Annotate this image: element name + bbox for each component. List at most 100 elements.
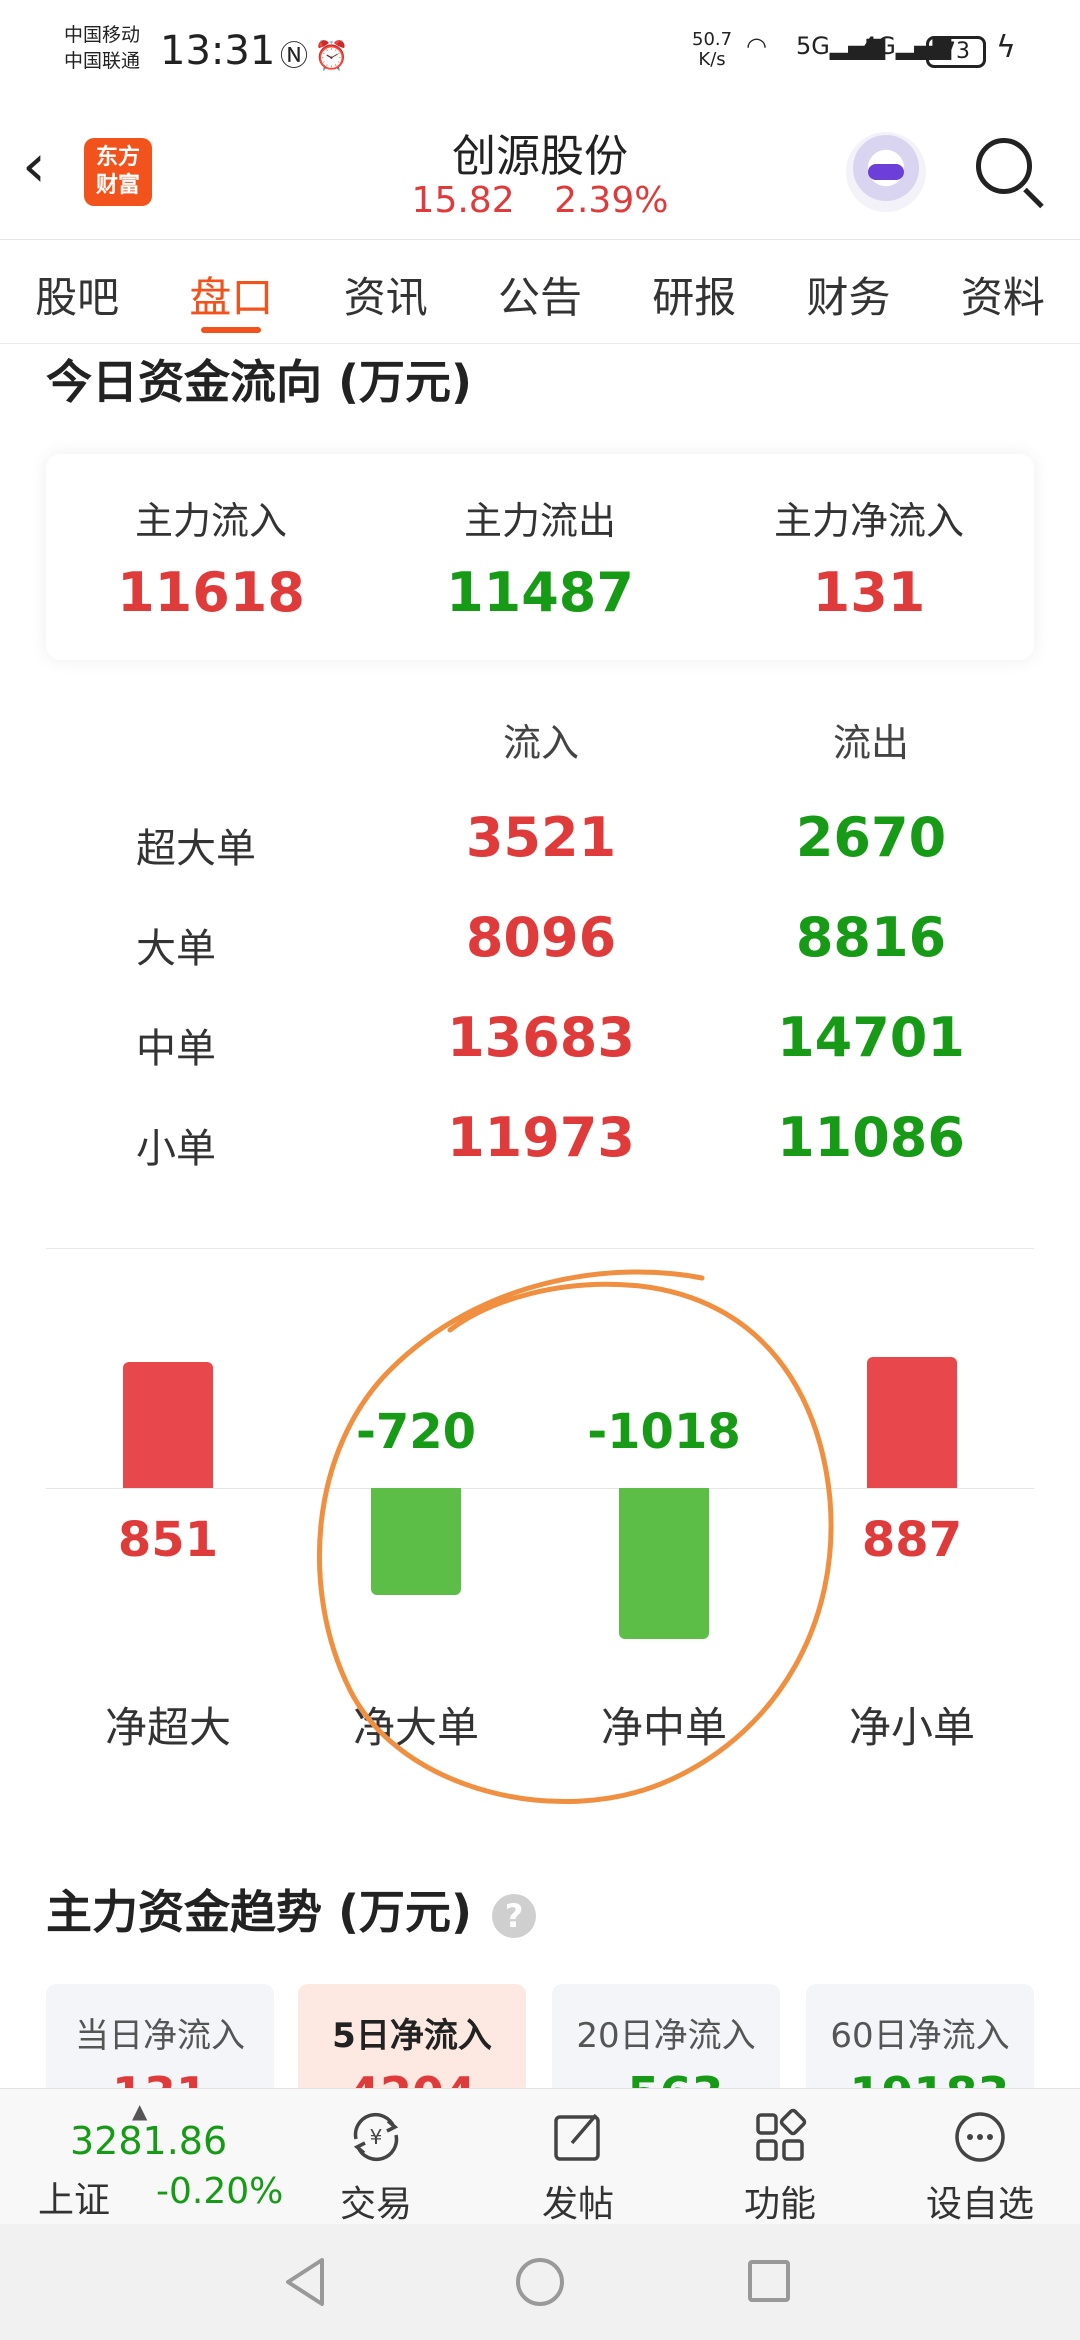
nfc-icon: Ⓝ bbox=[280, 39, 315, 72]
row-label: 大单 bbox=[136, 926, 216, 972]
post-button[interactable]: 发帖 bbox=[498, 2105, 658, 2227]
battery-icon: 73 bbox=[926, 36, 986, 68]
bar-净小单 bbox=[867, 1356, 957, 1488]
nav-home-icon[interactable] bbox=[516, 2258, 564, 2306]
tab-news[interactable]: 资讯 bbox=[313, 240, 459, 343]
index-value[interactable]: 3281.86 bbox=[70, 2119, 227, 2163]
help-icon[interactable]: ? bbox=[492, 1893, 537, 1938]
wifi-icon: ◠ bbox=[746, 32, 767, 60]
row-outflow: 8816 bbox=[795, 906, 947, 969]
trend-tab-label: 5日净流入 bbox=[332, 2016, 492, 2056]
trend-tab-60day[interactable]: 60日净流入 -19183 bbox=[806, 1984, 1034, 2104]
row-outflow: 11086 bbox=[777, 1106, 965, 1169]
row-inflow: 13683 bbox=[447, 1006, 635, 1069]
row-label: 中单 bbox=[136, 1026, 216, 1072]
row-outflow: 14701 bbox=[777, 1006, 965, 1069]
row-outflow: 2670 bbox=[795, 806, 947, 869]
row-label: 超大单 bbox=[136, 826, 256, 872]
table-row: 超大单 3521 2670 bbox=[0, 790, 1080, 890]
search-icon[interactable] bbox=[976, 138, 1032, 194]
stock-change: 2.39% bbox=[554, 180, 669, 221]
trade-label: 交易 bbox=[339, 2184, 412, 2225]
carrier-2: 中国联通 bbox=[64, 50, 141, 72]
nav-recents-icon[interactable] bbox=[748, 2260, 790, 2302]
net-flow-bar-chart: 851 净超大 -720 净大单 -1018 净中单 887 净小单 bbox=[0, 1250, 1080, 1770]
trend-tab-label: 20日净流入 bbox=[576, 2016, 756, 2056]
post-label: 发帖 bbox=[541, 2184, 614, 2225]
add-watchlist-label: 设自选 bbox=[925, 2184, 1034, 2225]
grid-icon bbox=[700, 2105, 860, 2169]
tab-pankou[interactable]: 盘口 bbox=[158, 240, 304, 343]
nav-back-icon[interactable] bbox=[280, 2254, 330, 2310]
tab-finance[interactable]: 财务 bbox=[776, 240, 922, 343]
bar-净大单 bbox=[371, 1488, 461, 1595]
bar-value-label: -720 bbox=[355, 1404, 477, 1460]
trend-tab-label: 60日净流入 bbox=[830, 2016, 1010, 2056]
index-name[interactable]: 上证 bbox=[38, 2171, 110, 2223]
net-speed-unit: K/s bbox=[698, 49, 726, 70]
table-row: 中单 13683 14701 bbox=[0, 990, 1080, 1090]
column-header-inflow: 流入 bbox=[502, 721, 579, 765]
tab-guba[interactable]: 股吧 bbox=[4, 240, 150, 343]
chart-baseline bbox=[46, 1488, 1034, 1489]
assistant-robot-icon[interactable] bbox=[846, 132, 926, 212]
trend-tab-20day[interactable]: 20日净流入 -563 bbox=[552, 1984, 780, 2104]
table-row: 小单 11973 11086 bbox=[0, 1090, 1080, 1190]
summary-main-net-inflow: 主力净流入 131 bbox=[704, 490, 1034, 624]
trend-title: 主力资金趋势 (万元)? bbox=[46, 1876, 537, 1942]
bar-净中单 bbox=[619, 1488, 709, 1639]
charging-icon: ϟ bbox=[996, 30, 1016, 65]
tab-profile[interactable]: 资料 bbox=[930, 240, 1076, 343]
summary-value: 11487 bbox=[446, 561, 634, 624]
column-header-outflow: 流出 bbox=[832, 721, 909, 765]
stock-tabs: 股吧 盘口 资讯 公告 研报 财务 资料 bbox=[0, 240, 1080, 344]
bar-category-label: 净大单 bbox=[352, 1703, 479, 1752]
trend-tab-5day[interactable]: 5日净流入 4204 bbox=[298, 1984, 526, 2104]
summary-label: 主力流入 bbox=[134, 499, 287, 543]
fund-flow-title: 今日资金流向 (万元) bbox=[46, 355, 473, 409]
bar-value-label: -1018 bbox=[587, 1404, 741, 1460]
more-icon bbox=[900, 2105, 1060, 2169]
table-row: 大单 8096 8816 bbox=[0, 890, 1080, 990]
bottom-toolbar: ▲ 3281.86 上证 -0.20% ¥ 交易 发帖 功能 设自选 bbox=[0, 2088, 1080, 2227]
trend-tab-today[interactable]: 当日净流入 131 bbox=[46, 1984, 274, 2104]
carrier-info: 中国移动 中国联通 bbox=[64, 22, 140, 74]
summary-value: 11618 bbox=[117, 561, 305, 624]
yen-exchange-icon: ¥ bbox=[296, 2105, 456, 2169]
alarm-icon: ⏰ bbox=[314, 39, 355, 72]
add-watchlist-button[interactable]: 设自选 bbox=[900, 2105, 1060, 2227]
bar-category-label: 净小单 bbox=[848, 1703, 975, 1752]
net-speed-value: 50.7 bbox=[692, 29, 733, 50]
trend-title-text: 主力资金趋势 (万元) bbox=[46, 1885, 473, 1939]
stock-price: 15.82 bbox=[411, 180, 515, 221]
bar-净超大 bbox=[123, 1362, 213, 1488]
system-nav-bar bbox=[0, 2224, 1080, 2340]
row-inflow: 8096 bbox=[465, 906, 617, 969]
row-label: 小单 bbox=[136, 1126, 216, 1172]
summary-label: 主力流出 bbox=[463, 499, 616, 543]
main-flow-summary-card: 主力流入 11618 主力流出 11487 主力净流入 131 bbox=[46, 454, 1034, 660]
trend-tab-label: 当日净流入 bbox=[75, 2016, 245, 2056]
status-time: 13:31 bbox=[160, 28, 276, 74]
summary-main-outflow: 主力流出 11487 bbox=[375, 490, 705, 624]
carrier-1: 中国移动 bbox=[64, 24, 141, 46]
trade-button[interactable]: ¥ 交易 bbox=[296, 2105, 456, 2227]
index-change[interactable]: -0.20% bbox=[156, 2171, 283, 2212]
tab-research[interactable]: 研报 bbox=[621, 240, 767, 343]
section-divider bbox=[46, 1248, 1034, 1249]
functions-label: 功能 bbox=[743, 2184, 816, 2225]
summary-value: 131 bbox=[812, 561, 926, 624]
summary-main-inflow: 主力流入 11618 bbox=[46, 490, 376, 624]
status-bar: 中国移动 中国联通 13:31 Ⓝ⏰ 50.7 K/s ◠ 5G▂▄▆ 4G▂▄… bbox=[0, 0, 1080, 108]
bar-category-label: 净超大 bbox=[104, 1703, 231, 1752]
stock-header: ‹ 东方 财富 创源股份 15.82 2.39% bbox=[0, 108, 1080, 240]
summary-label: 主力净流入 bbox=[773, 499, 964, 543]
tab-announcements[interactable]: 公告 bbox=[467, 240, 613, 343]
row-inflow: 3521 bbox=[465, 806, 617, 869]
row-inflow: 11973 bbox=[447, 1106, 635, 1169]
bar-category-label: 净中单 bbox=[600, 1703, 727, 1752]
svg-text:¥: ¥ bbox=[370, 2125, 383, 2149]
functions-button[interactable]: 功能 bbox=[700, 2105, 860, 2227]
nfc-alarm-icons: Ⓝ⏰ bbox=[280, 34, 355, 74]
bar-value-label: 887 bbox=[861, 1512, 963, 1568]
